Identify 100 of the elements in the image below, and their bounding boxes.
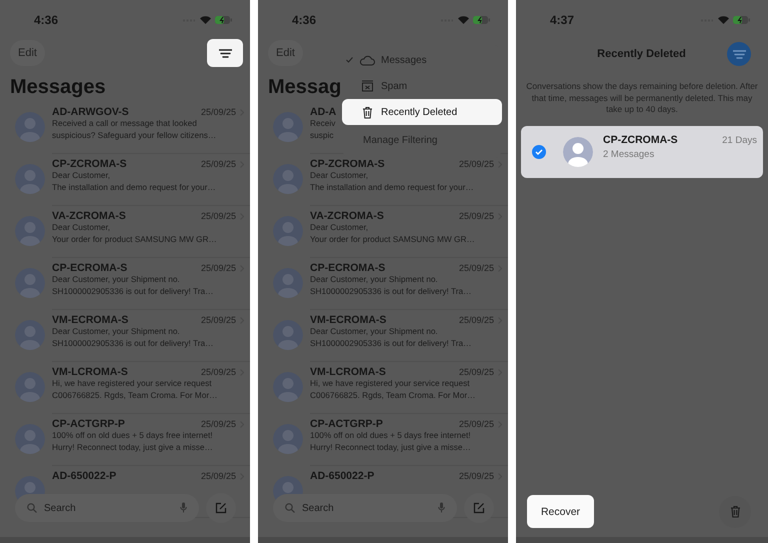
message-preview: suspic [310,130,334,141]
message-preview: SH1000002905336 is out for delivery! Tra… [52,286,214,297]
message-preview: Dear Customer, your Shipment no. [52,274,180,286]
message-preview: Your order for product SAMSUNG MW GR… [52,234,217,245]
avatar-icon [273,164,303,194]
compose-icon [473,502,485,514]
avatar-icon [273,268,303,298]
message-preview: Dear Customer, your Shipment no. [310,274,438,286]
message-preview: Hi, we have registered your service request [310,378,470,390]
filter-icon [218,48,232,58]
page-title: Recently Deleted [596,48,687,60]
microphone-icon [438,502,445,513]
message-preview: The installation and demo request for your… [52,182,216,193]
sender-name: AD-650022-P [310,470,374,482]
message-date: 25/09/25 [200,159,236,169]
message-preview: Hurry! Reconnect today, just give a misse… [310,442,471,453]
sender-name: AD-A [310,106,336,118]
page-title: Messag [268,75,342,100]
sender-name: AD-ARWGOV-S [52,106,129,118]
edit-button[interactable]: Edit [268,40,303,66]
sender-name: CP-ECROMA-S [310,262,386,274]
menu-item[interactable]: Messages [342,47,502,73]
message-preview: SH1000002905336 is out for delivery! Tra… [310,286,472,297]
message-date: 25/09/25 [458,367,494,377]
message-date: 25/09/25 [458,315,494,325]
message-preview: The installation and demo request for your… [310,182,474,193]
battery-icon [733,16,750,24]
trash-icon [730,505,740,518]
avatar-icon [273,424,303,454]
wifi-icon [458,16,469,24]
sender-name: CP-ACTGRP-P [310,418,383,430]
page-title: Messages [10,75,106,100]
sender-name: CP-ZCROMA-S [52,158,127,170]
compose-button[interactable] [464,493,494,523]
message-preview: Dear Customer, your Shipment no. [310,326,438,338]
recover-button[interactable]: Recover [527,495,594,528]
avatar-icon [15,268,45,298]
message-preview: Dear Customer, [52,222,110,234]
wifi-icon [718,16,729,24]
conversation-card[interactable]: CP-ZCROMA-S 2 Messages 21 Days [521,126,763,178]
search-icon [285,503,295,513]
sender-name: VM-ECROMA-S [52,314,128,326]
message-preview: C006766825. Rgds, Team Croma. For Mor… [310,390,476,401]
menu-item[interactable]: Spam [342,73,502,99]
message-preview: Dear Customer, your Shipment no. [52,326,180,338]
avatar-icon [15,164,45,194]
sender-name: CP-ECROMA-S [52,262,128,274]
avatar-icon [273,372,303,402]
message-date: 25/09/25 [458,159,494,169]
message-preview: 100% off on old dues + 5 days free internet! [52,430,213,442]
avatar-icon [563,136,593,166]
message-date: 25/09/25 [458,471,494,481]
avatar-icon [273,216,303,246]
message-date: 25/09/25 [458,211,494,221]
message-preview: Dear Customer, [52,170,110,182]
message-preview: SH1000002905336 is out for delivery! Tra… [310,338,472,349]
search-icon [27,503,37,513]
compose-button[interactable] [206,493,236,523]
message-preview: SH1000002905336 is out for delivery! Tra… [52,338,214,349]
wifi-icon [200,16,211,24]
message-date: 25/09/25 [200,315,236,325]
message-preview: Dear Customer, [310,222,368,234]
message-preview: Hurry! Reconnect today, just give a misse… [52,442,213,453]
sender-name: CP-ZCROMA-S [603,134,679,146]
message-preview: C006766825. Rgds, Team Croma. For Mor… [52,390,218,401]
menu-item[interactable]: Recently Deleted [342,99,502,125]
avatar-icon [273,112,303,142]
days-remaining: 21 Days [722,134,757,146]
sender-name: AD-650022-P [52,470,116,482]
cloud-icon [359,54,375,66]
compose-icon [215,502,227,514]
status-time: 4:36 [292,13,316,27]
message-preview: Hi, we have registered your service request [52,378,212,390]
avatar-icon [15,372,45,402]
sender-name: CP-ZCROMA-S [310,158,385,170]
avatar-icon [15,320,45,350]
message-date: 25/09/25 [458,419,494,429]
message-date: 25/09/25 [458,263,494,273]
message-count: 2 Messages [603,148,656,160]
message-preview: Received a call or message that looked [52,118,197,130]
selection-checkbox[interactable] [532,144,546,158]
message-preview: Your order for product SAMSUNG MW GR… [310,234,475,245]
edit-button[interactable]: Edit [10,40,45,66]
message-date: 25/09/25 [200,367,236,377]
filter-button[interactable] [207,39,243,67]
avatar-icon [15,216,45,246]
tray-icon [360,80,374,92]
message-preview: suspicious? Safeguard your fellow citizens… [52,130,216,141]
message-preview: Receiv [310,118,336,130]
status-time: 4:36 [34,13,58,27]
message-date: 25/09/25 [200,471,236,481]
microphone-icon [180,502,187,513]
avatar-icon [15,424,45,454]
sender-name: CP-ACTGRP-P [52,418,125,430]
search-field[interactable]: Search [273,494,457,522]
message-preview: Dear Customer, [310,170,368,182]
avatar-icon [15,112,45,142]
checkmark-icon [535,148,543,154]
sender-name: VA-ZCROMA-S [52,210,126,222]
search-field[interactable]: Search [15,494,199,522]
